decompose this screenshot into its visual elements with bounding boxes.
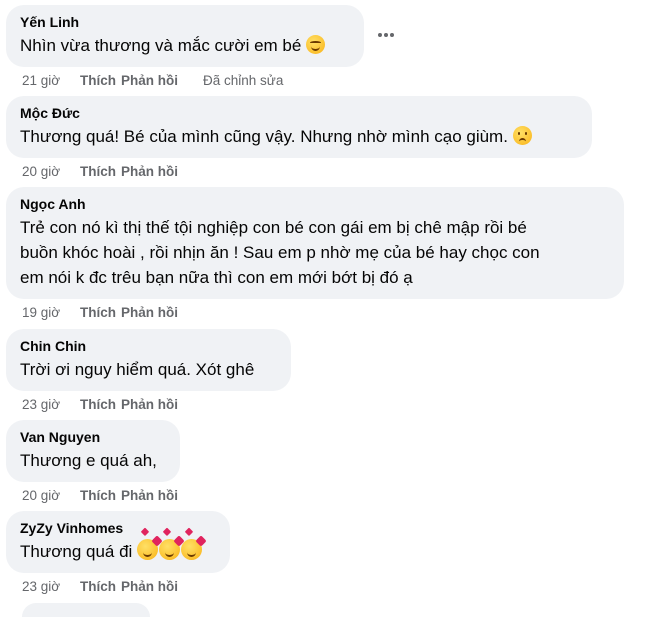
sad-face-icon [512,126,532,145]
like-button[interactable]: Thích [80,163,121,181]
comment-bubble: Mộc Đức Thương quá! Bé của mình cũng vậy… [6,96,592,158]
comment-item: Mộc Đức Thương quá! Bé của mình cũng vậy… [6,96,650,187]
comment-text: Thương quá! Bé của mình cũng vậy. Nhưng … [20,124,578,149]
comment-text: Thương e quá ah, [20,451,157,470]
comment-actions: 20 giờ Thích Phản hồi [6,163,650,181]
comment-timestamp[interactable]: 19 giờ [22,304,80,322]
comment-text: Thương quá đi [20,539,216,564]
comment-text: Trẻ con nó kì thị thế tội nghiệp con bé … [20,218,540,287]
reply-button[interactable]: Phản hồi [121,396,203,414]
reply-button[interactable]: Phản hồi [121,72,203,90]
like-button[interactable]: Thích [80,487,121,505]
comment-timestamp[interactable]: 23 giờ [22,396,80,414]
comment-author[interactable]: Chin Chin [20,338,277,355]
comment-text: Trời ơi nguy hiểm quá. Xót ghê [20,360,255,379]
comment-author[interactable]: Yến Linh [20,14,350,31]
smiling-face-with-hearts-icon [159,539,181,560]
comment-item: Ngọc Anh Trẻ con nó kì thị thế tội nghiệ… [6,187,650,329]
reply-button[interactable]: Phản hồi [121,304,203,322]
comment-author[interactable]: ZyZy Vinhomes [20,520,216,537]
comment-item: Van Nguyen Thương e quá ah, 20 giờ Thích… [6,420,650,511]
edited-label: Đã chỉnh sửa [203,73,284,88]
reply-button[interactable]: Phản hồi [121,487,203,505]
like-button[interactable]: Thích [80,396,121,414]
more-options-icon[interactable] [378,27,396,37]
reply-button[interactable]: Phản hồi [121,163,203,181]
comment-item: Chin Chin Trời ơi nguy hiểm quá. Xót ghê… [6,329,650,420]
smiling-face-icon [306,35,326,54]
comment-author[interactable]: Van Nguyen [20,429,166,446]
comment-timestamp[interactable]: 20 giờ [22,487,80,505]
next-comment-bubble [22,603,150,617]
comment-bubble: Chin Chin Trời ơi nguy hiểm quá. Xót ghê [6,329,291,391]
comment-text: Nhìn vừa thương và mắc cười em bé [20,33,350,58]
smiling-face-with-hearts-icon [181,539,203,560]
comment-timestamp[interactable]: 21 giờ [22,72,80,90]
comment-timestamp[interactable]: 23 giờ [22,578,80,596]
comment-bubble: Ngọc Anh Trẻ con nó kì thị thế tội nghiệ… [6,187,624,299]
comment-actions: 19 giờ Thích Phản hồi [6,304,650,322]
comment-bubble: Yến Linh Nhìn vừa thương và mắc cười em … [6,5,364,67]
comment-item: Yến Linh Nhìn vừa thương và mắc cười em … [6,5,650,96]
like-button[interactable]: Thích [80,304,121,322]
comment-author[interactable]: Mộc Đức [20,105,578,122]
comment-actions: 23 giờ Thích Phản hồi [6,396,650,414]
comment-bubble: ZyZy Vinhomes Thương quá đi [6,511,230,573]
comment-bubble: Van Nguyen Thương e quá ah, [6,420,180,482]
comment-actions: 23 giờ Thích Phản hồi [6,578,650,596]
like-button[interactable]: Thích [80,578,121,596]
reply-button[interactable]: Phản hồi [121,578,203,596]
comment-list: Yến Linh Nhìn vừa thương và mắc cười em … [6,5,650,601]
comment-actions: 20 giờ Thích Phản hồi [6,487,650,505]
like-button[interactable]: Thích [80,72,121,90]
smiling-face-with-hearts-icon [137,539,159,560]
comment-item: ZyZy Vinhomes Thương quá đi 23 giờ Thích… [6,511,650,601]
comment-author[interactable]: Ngọc Anh [20,196,610,213]
comment-actions: 21 giờ Thích Phản hồi Đã chỉnh sửa [6,72,650,90]
comment-timestamp[interactable]: 20 giờ [22,163,80,181]
